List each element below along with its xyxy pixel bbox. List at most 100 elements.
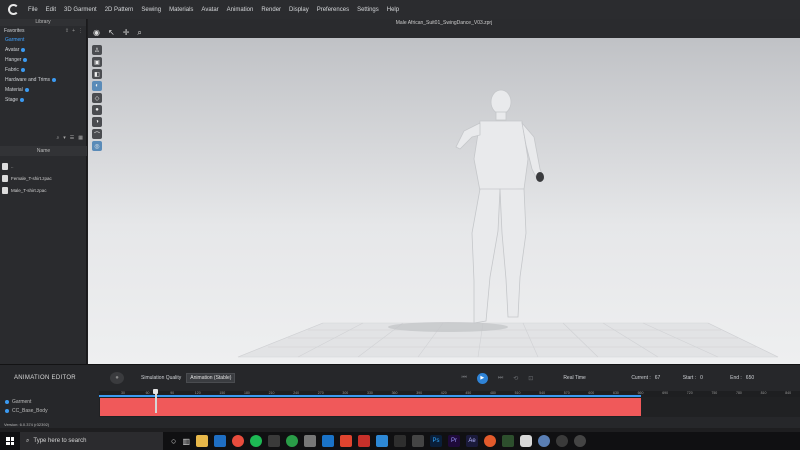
ruler-tick-label: 270 [317, 391, 324, 395]
menu-edit[interactable]: Edit [42, 7, 60, 13]
add-folder-icon[interactable]: + [72, 28, 75, 34]
animation-toolbar: ANIMATION EDITOR ● Simulation Quality An… [0, 365, 800, 391]
favorites-row: Favorites ⇪ + ⋮ [0, 26, 86, 35]
visibility-icon[interactable] [5, 408, 9, 413]
playback-mode-select[interactable]: Real Time [563, 375, 613, 381]
taskbar-search-placeholder: Type here to search [33, 438, 87, 444]
file-row-female-tshirt[interactable]: Female_T-shirt.zpac [2, 172, 86, 184]
premiere-icon[interactable]: Pr [448, 435, 460, 447]
library-panel: Library Favorites ⇪ + ⋮ Garment Avatar H… [0, 19, 87, 364]
library-item-fabric[interactable]: Fabric [0, 65, 86, 75]
file-row-male-tshirt[interactable]: Male_T-shirt.zpac [2, 184, 86, 196]
go-to-start-icon[interactable]: ⏮ [461, 375, 466, 382]
ruler-tick-label: 300 [342, 391, 349, 395]
search-icon[interactable]: ⌕ [56, 135, 59, 141]
unreal-icon[interactable] [556, 435, 568, 447]
app-icon-1[interactable] [268, 435, 280, 447]
photoshop-icon[interactable]: Ps [430, 435, 442, 447]
menu-file[interactable]: File [24, 7, 42, 13]
clo3d-taskbar-icon[interactable] [520, 435, 532, 447]
go-to-end-icon[interactable]: ⏭ [498, 375, 503, 382]
3d-viewport[interactable]: Male African_Suit01_SwingDance_V03.zprj … [88, 19, 800, 364]
playhead-handle[interactable] [153, 389, 158, 394]
ruler-tick-label: 180 [244, 391, 250, 395]
cloud-icon [52, 78, 57, 82]
library-item-garment[interactable]: Garment [0, 35, 86, 45]
start-frame-input[interactable]: 0 [700, 375, 730, 381]
app-icon-10[interactable] [502, 435, 514, 447]
ruler-tick-label: 600 [588, 391, 595, 395]
menu-avatar[interactable]: Avatar [197, 7, 222, 13]
app-icon-7[interactable] [394, 435, 406, 447]
track-garment[interactable]: Garment [0, 397, 99, 406]
grid-view-icon[interactable]: ▦ [78, 135, 83, 141]
app-icon-11[interactable] [538, 435, 550, 447]
animation-editor: ANIMATION EDITOR ● Simulation Quality An… [0, 364, 800, 428]
taskbar-app-icons: ○ ▥ Ps Pr Ae [171, 435, 586, 447]
menu-preferences[interactable]: Preferences [313, 7, 353, 13]
ruler-tick-label: 570 [563, 391, 570, 395]
menu-help[interactable]: Help [383, 7, 403, 13]
app-icon-9[interactable] [484, 435, 496, 447]
file-row-parent[interactable]: .. [2, 160, 86, 172]
view-toggle-icon[interactable]: ▾ [63, 135, 66, 141]
library-item-avatar[interactable]: Avatar [0, 45, 86, 55]
timeline-icon[interactable]: ▥ [182, 437, 190, 446]
library-item-hardware-trims[interactable]: Hardware and Trims [0, 75, 86, 85]
visibility-icon[interactable] [5, 399, 9, 404]
upload-icon[interactable]: ⇪ [65, 28, 69, 34]
menu-2d-pattern[interactable]: 2D Pattern [101, 7, 138, 13]
simulation-quality-select[interactable]: Animation (Stable) [186, 373, 236, 383]
record-camera-icon[interactable]: ● [110, 372, 124, 384]
timeline-tracks[interactable] [99, 397, 800, 417]
task-view-icon[interactable]: ○ [171, 436, 176, 446]
list-view-icon[interactable]: ☰ [70, 135, 74, 141]
menu-sewing[interactable]: Sewing [137, 7, 165, 13]
search-app-icon[interactable] [232, 435, 244, 447]
library-item-material[interactable]: Material [0, 85, 86, 95]
after-effects-icon[interactable]: Ae [466, 435, 478, 447]
menu-animation[interactable]: Animation [223, 7, 258, 13]
app-icon-12[interactable] [574, 435, 586, 447]
menu-render[interactable]: Render [257, 7, 285, 13]
taskbar-search[interactable]: ⌕ Type here to search [20, 432, 163, 450]
menu-bar: File Edit 3D Garment 2D Pattern Sewing M… [0, 0, 800, 19]
current-frame-label: Current : [631, 375, 651, 381]
track-cc-base-body[interactable]: CC_Base_Body [0, 406, 99, 415]
tshirt-icon [2, 174, 8, 182]
app-icon-3[interactable] [322, 435, 334, 447]
app-icon-8[interactable] [412, 435, 424, 447]
play-button[interactable]: ▶ [476, 372, 488, 384]
current-frame-input[interactable]: 67 [655, 375, 683, 381]
avatar-figure[interactable] [455, 89, 545, 324]
ruler-tick-label: 660 [637, 391, 644, 395]
ruler-tick-label: 810 [760, 391, 767, 395]
ruler-tick-label: 30 [121, 391, 125, 395]
record-icon[interactable]: ⊡ [528, 375, 533, 382]
search-icon: ⌕ [26, 437, 30, 444]
track-bar-cc-base-body[interactable] [100, 407, 641, 416]
chrome-icon[interactable] [286, 435, 298, 447]
track-bar-garment[interactable] [100, 398, 641, 407]
spotify-icon[interactable] [250, 435, 262, 447]
more-icon[interactable]: ⋮ [78, 28, 83, 34]
app-icon-4[interactable] [340, 435, 352, 447]
windows-start-icon[interactable] [3, 432, 17, 450]
app-icon-2[interactable] [304, 435, 316, 447]
menu-display[interactable]: Display [285, 7, 313, 13]
library-item-stage[interactable]: Stage [0, 95, 86, 105]
start-frame-label: Start : [682, 375, 697, 381]
menu-settings[interactable]: Settings [353, 7, 383, 13]
file-explorer-icon[interactable] [196, 435, 208, 447]
library-item-hanger[interactable]: Hanger [0, 55, 86, 65]
menu-3d-garment[interactable]: 3D Garment [60, 7, 101, 13]
name-column-header[interactable]: Name [0, 146, 87, 156]
end-frame-input[interactable]: 650 [746, 375, 754, 381]
cloud-icon [20, 68, 25, 72]
app-icon-5[interactable] [358, 435, 370, 447]
loop-icon[interactable]: ⟲ [513, 375, 518, 382]
outlook-icon[interactable] [214, 435, 226, 447]
app-icon-6[interactable] [376, 435, 388, 447]
app-logo-icon [2, 0, 24, 19]
menu-materials[interactable]: Materials [165, 7, 197, 13]
